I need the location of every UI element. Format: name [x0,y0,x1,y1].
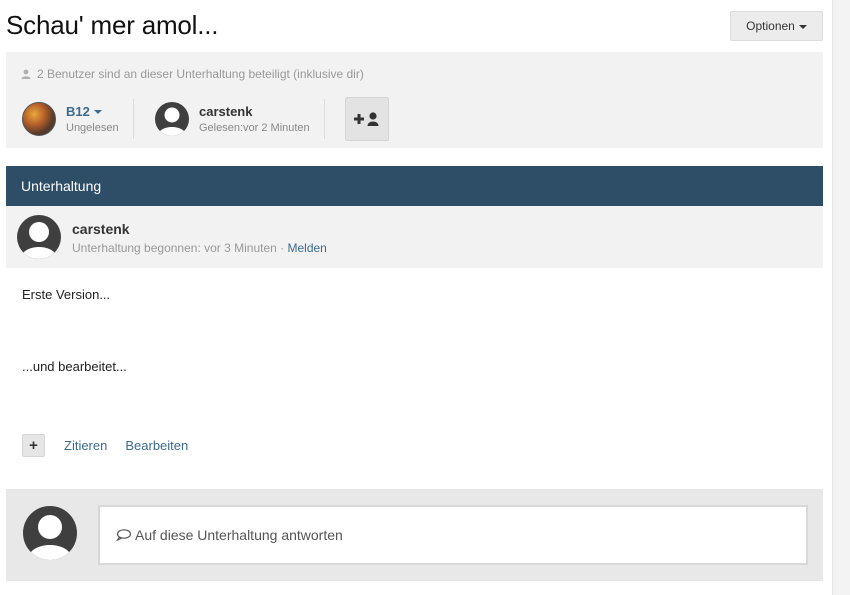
caret-down-icon [93,110,102,114]
post-author-name[interactable]: carstenk [72,221,130,237]
reply-avatar [23,506,77,560]
post-body-line: ...und bearbeitet... [22,359,127,374]
post-author-avatar[interactable] [17,215,61,259]
reply-box: Auf diese Unterhaltung antworten [6,489,823,581]
post-meta: Unterhaltung begonnen: vor 3 Minuten · M… [72,241,327,255]
avatar[interactable] [155,102,189,136]
caret-down-icon [798,24,807,29]
quote-link[interactable]: Zitieren [64,438,107,453]
divider [133,99,134,139]
section-header: Unterhaltung [6,166,823,206]
edit-link[interactable]: Bearbeiten [125,438,188,453]
default-user-icon [28,515,72,560]
post-actions: + Zitieren Bearbeiten [22,434,188,457]
participants-info: 2 Benutzer sind an dieser Unterhaltung b… [21,67,364,81]
add-user-icon [354,112,379,126]
reply-placeholder: Auf diese Unterhaltung antworten [135,527,343,543]
post-body-line: Erste Version... [22,287,111,302]
participant-status: Ungelesen [66,122,119,134]
participant-name-button[interactable]: B12 [66,104,119,119]
participant-b12[interactable]: B12 Ungelesen [22,100,119,138]
participant-name: B12 [66,104,90,119]
avatar [23,506,77,560]
default-user-icon [21,222,57,259]
reply-input[interactable]: Auf diese Unterhaltung antworten [98,505,808,565]
comment-bubble-icon [116,529,131,541]
participant-name[interactable]: carstenk [199,104,310,119]
options-label: Optionen [746,19,795,33]
page-title: Schau' mer amol... [6,10,219,40]
avatar[interactable] [17,215,61,259]
plus-button[interactable]: + [22,434,45,457]
report-link[interactable]: Melden [287,241,326,255]
participant-status: Gelesen:vor 2 Minuten [199,122,310,134]
post-header: carstenk Unterhaltung begonnen: vor 3 Mi… [6,206,823,268]
divider [324,99,325,139]
post-meta-text: Unterhaltung begonnen: vor 3 Minuten · [72,241,288,255]
options-button[interactable]: Optionen [730,11,823,41]
avatar[interactable] [22,102,56,136]
participant-carstenk[interactable]: carstenk Gelesen:vor 2 Minuten [155,100,310,138]
participants-panel: 2 Benutzer sind an dieser Unterhaltung b… [6,52,823,148]
participants-info-text: 2 Benutzer sind an dieser Unterhaltung b… [37,67,364,81]
right-scroll-strip [832,0,850,595]
default-user-icon [158,107,186,136]
plus-icon: + [29,437,38,454]
add-user-button[interactable] [345,97,389,141]
user-icon [21,69,31,79]
